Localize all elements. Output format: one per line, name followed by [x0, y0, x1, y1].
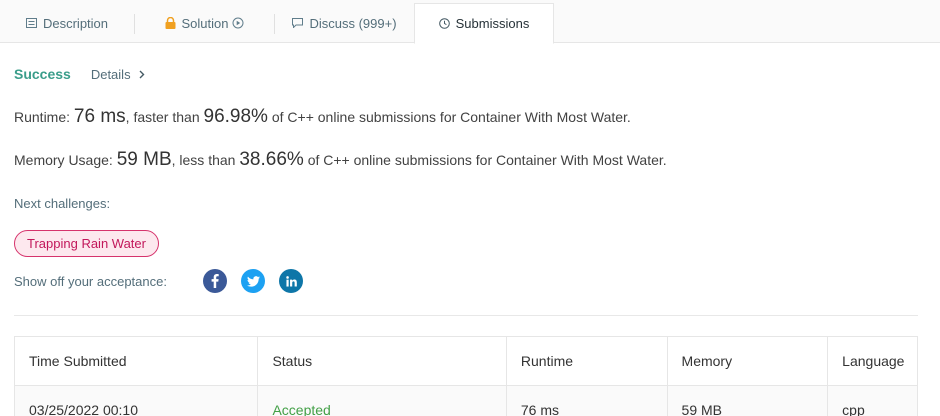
- details-link[interactable]: Details: [91, 67, 145, 82]
- runtime-compare: , faster than: [125, 109, 200, 125]
- tab-description[interactable]: Description: [0, 3, 134, 43]
- runtime-percent: 96.98%: [203, 106, 268, 127]
- tab-bar: Description Solution Discuss (999+) Subm…: [0, 0, 940, 44]
- runtime-label: Runtime:: [14, 109, 71, 125]
- linkedin-icon[interactable]: [279, 269, 303, 293]
- runtime-value: 76 ms: [73, 106, 126, 127]
- cell-time-submitted: 03/25/2022 00:10: [15, 386, 259, 416]
- challenge-chip[interactable]: Trapping Rain Water: [14, 230, 159, 257]
- cell-language: cpp: [842, 402, 865, 416]
- memory-value: 59 MB: [116, 149, 172, 170]
- tab-label: Description: [42, 15, 109, 31]
- header-time-submitted[interactable]: Time Submitted: [15, 337, 259, 385]
- result-header: Success Details: [14, 66, 145, 82]
- tab-submissions[interactable]: Submissions: [414, 3, 554, 44]
- chevron-right-icon: [139, 70, 145, 79]
- runtime-stat: Runtime: 76 ms, faster than 96.98% of C+…: [14, 106, 631, 128]
- table-row[interactable]: 03/25/2022 00:10 Accepted 76 ms 59 MB cp…: [15, 386, 917, 416]
- submissions-table: Time Submitted Status Runtime Memory Lan…: [14, 336, 918, 416]
- memory-compare: , less than: [171, 152, 236, 168]
- memory-suffix: of C++ online submissions for Container …: [307, 152, 667, 168]
- tab-label: Discuss (999+): [309, 15, 397, 31]
- result-status: Success: [14, 66, 71, 82]
- header-memory[interactable]: Memory: [668, 337, 829, 385]
- memory-percent: 38.66%: [239, 149, 304, 170]
- tab-discuss[interactable]: Discuss (999+): [275, 3, 414, 43]
- cell-status-link[interactable]: Accepted: [258, 386, 507, 416]
- section-divider: [14, 315, 918, 316]
- tab-label: Submissions: [455, 16, 530, 31]
- description-icon: [25, 18, 37, 28]
- header-language[interactable]: Language: [828, 337, 917, 385]
- twitter-icon[interactable]: [241, 269, 265, 293]
- share-label: Show off your acceptance:: [14, 274, 167, 289]
- next-challenges-label: Next challenges:: [14, 196, 111, 211]
- memory-label: Memory Usage:: [14, 152, 113, 168]
- discuss-icon: [292, 18, 304, 28]
- header-status[interactable]: Status: [258, 337, 507, 385]
- table-header: Time Submitted Status Runtime Memory Lan…: [15, 337, 917, 386]
- tab-label: Solution: [181, 15, 229, 31]
- runtime-suffix: of C++ online submissions for Container …: [271, 109, 631, 125]
- lock-icon: [165, 17, 176, 29]
- clock-icon: [438, 18, 450, 29]
- details-label: Details: [90, 66, 131, 82]
- header-runtime[interactable]: Runtime: [507, 337, 668, 385]
- memory-stat: Memory Usage: 59 MB, less than 38.66% of…: [14, 149, 667, 171]
- cell-runtime: 76 ms: [507, 386, 668, 416]
- tab-solution[interactable]: Solution: [135, 3, 274, 43]
- video-play-icon: [232, 17, 244, 29]
- facebook-icon[interactable]: [203, 269, 227, 293]
- cell-memory: 59 MB: [668, 386, 829, 416]
